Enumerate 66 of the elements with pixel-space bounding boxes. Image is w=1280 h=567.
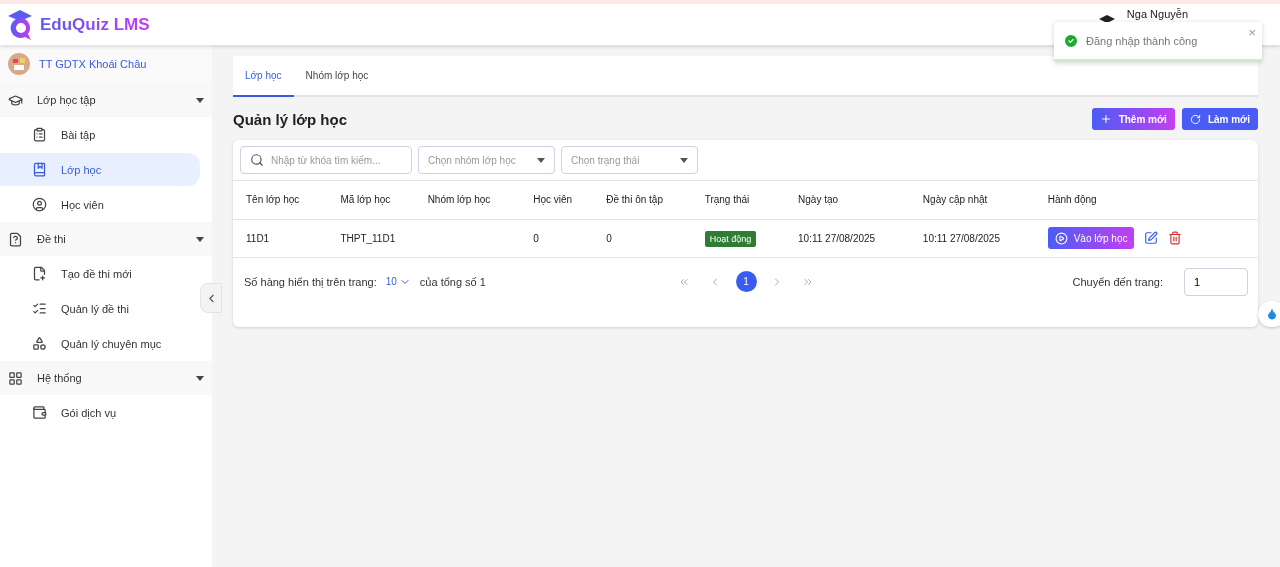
refresh-button[interactable]: Làm mới xyxy=(1181,108,1258,130)
caret-icon xyxy=(680,157,688,163)
tab[interactable]: Nhóm lớp học xyxy=(293,56,381,97)
tab[interactable]: Lớp học xyxy=(233,56,294,97)
toast-message: Đăng nhập thành công xyxy=(1086,34,1199,47)
sidebar-group[interactable]: Lớp học tập xyxy=(0,83,212,117)
caret-icon xyxy=(537,157,545,163)
rows-per-page-select[interactable]: 10 xyxy=(385,275,411,288)
rows-per-page-label: Số hàng hiển thị trên trang: xyxy=(244,275,377,288)
table-cell: 0 xyxy=(533,232,539,244)
floating-droplet-button[interactable] xyxy=(1258,301,1280,327)
user-avatar-icon[interactable] xyxy=(1098,15,1115,25)
sidebar-item[interactable]: Quản lý chuyên mục xyxy=(0,327,200,360)
checklist-icon xyxy=(32,301,47,316)
sidebar-item[interactable]: Gói dịch vụ xyxy=(0,396,200,429)
organization-avatar xyxy=(8,53,30,75)
column-header: Ngày tạo xyxy=(798,194,839,206)
table-cell: THPT_11D1 xyxy=(340,232,396,244)
edit-icon[interactable] xyxy=(1144,231,1159,245)
sidebar-group[interactable]: Hệ thống xyxy=(0,361,212,395)
user-icon xyxy=(32,197,47,212)
table-cell: 10:11 27/08/2025 xyxy=(922,232,1000,244)
sidebar-item[interactable]: Tạo đề thi mới xyxy=(0,257,200,290)
collapse-sidebar-button[interactable] xyxy=(200,283,222,313)
column-header: Mã lớp học xyxy=(340,194,391,206)
column-header: Tên lớp học xyxy=(246,194,300,206)
sidebar-item[interactable]: Bài tập xyxy=(0,118,200,151)
page-button[interactable]: 1 xyxy=(735,271,757,292)
sidebar-group[interactable]: Đề thi xyxy=(0,222,212,256)
column-header: Hành động xyxy=(1047,194,1097,206)
user-name[interactable]: Nga Nguyễn xyxy=(1126,8,1188,20)
wallet-icon xyxy=(32,405,47,420)
enter-class-button[interactable]: Vào lớp học xyxy=(1047,227,1135,249)
sidebar-item[interactable]: Học viên xyxy=(0,188,200,221)
grid-icon xyxy=(8,370,23,386)
column-header: Đề thi ôn tập xyxy=(606,194,663,206)
success-icon xyxy=(1063,32,1079,49)
column-header: Nhóm lớp học xyxy=(427,194,491,206)
graduation-cap-icon xyxy=(8,92,23,108)
search-field[interactable]: Nhập từ khóa tìm kiếm... xyxy=(240,146,412,174)
clipboard-icon xyxy=(32,127,47,142)
add-button[interactable]: Thêm mới xyxy=(1091,108,1175,130)
column-header: Trạng thái xyxy=(704,194,750,206)
table-cell: 11D1 xyxy=(246,232,270,244)
shapes-icon xyxy=(32,336,47,351)
plus-icon xyxy=(1099,113,1112,125)
table-cell: 10:11 27/08/2025 xyxy=(798,232,876,244)
file-plus-icon xyxy=(32,266,47,281)
refresh-icon xyxy=(1189,113,1201,125)
column-header: Học viên xyxy=(533,194,573,206)
table-cell: 0 xyxy=(606,232,612,244)
book-icon xyxy=(32,162,47,177)
total-label: của tổng số 1 xyxy=(419,275,486,288)
organization-name[interactable]: TT GDTX Khoái Châu xyxy=(39,58,147,70)
goto-page-field[interactable]: 1 xyxy=(1184,267,1248,296)
sidebar-item[interactable]: Lớp học xyxy=(0,153,200,186)
goto-page-label: Chuyển đến trang: xyxy=(1072,275,1163,288)
sidebar-item[interactable]: Quản lý đề thi xyxy=(0,292,200,325)
page-title: Quản lý lớp học xyxy=(233,110,347,128)
search-icon xyxy=(250,153,264,167)
column-header: Ngày cập nhật xyxy=(922,194,988,206)
play-icon xyxy=(1054,231,1068,245)
status-badge: Hoạt động xyxy=(704,230,757,247)
droplet-icon xyxy=(1266,308,1278,320)
delete-icon[interactable] xyxy=(1168,231,1183,245)
question-file-icon xyxy=(8,231,23,247)
